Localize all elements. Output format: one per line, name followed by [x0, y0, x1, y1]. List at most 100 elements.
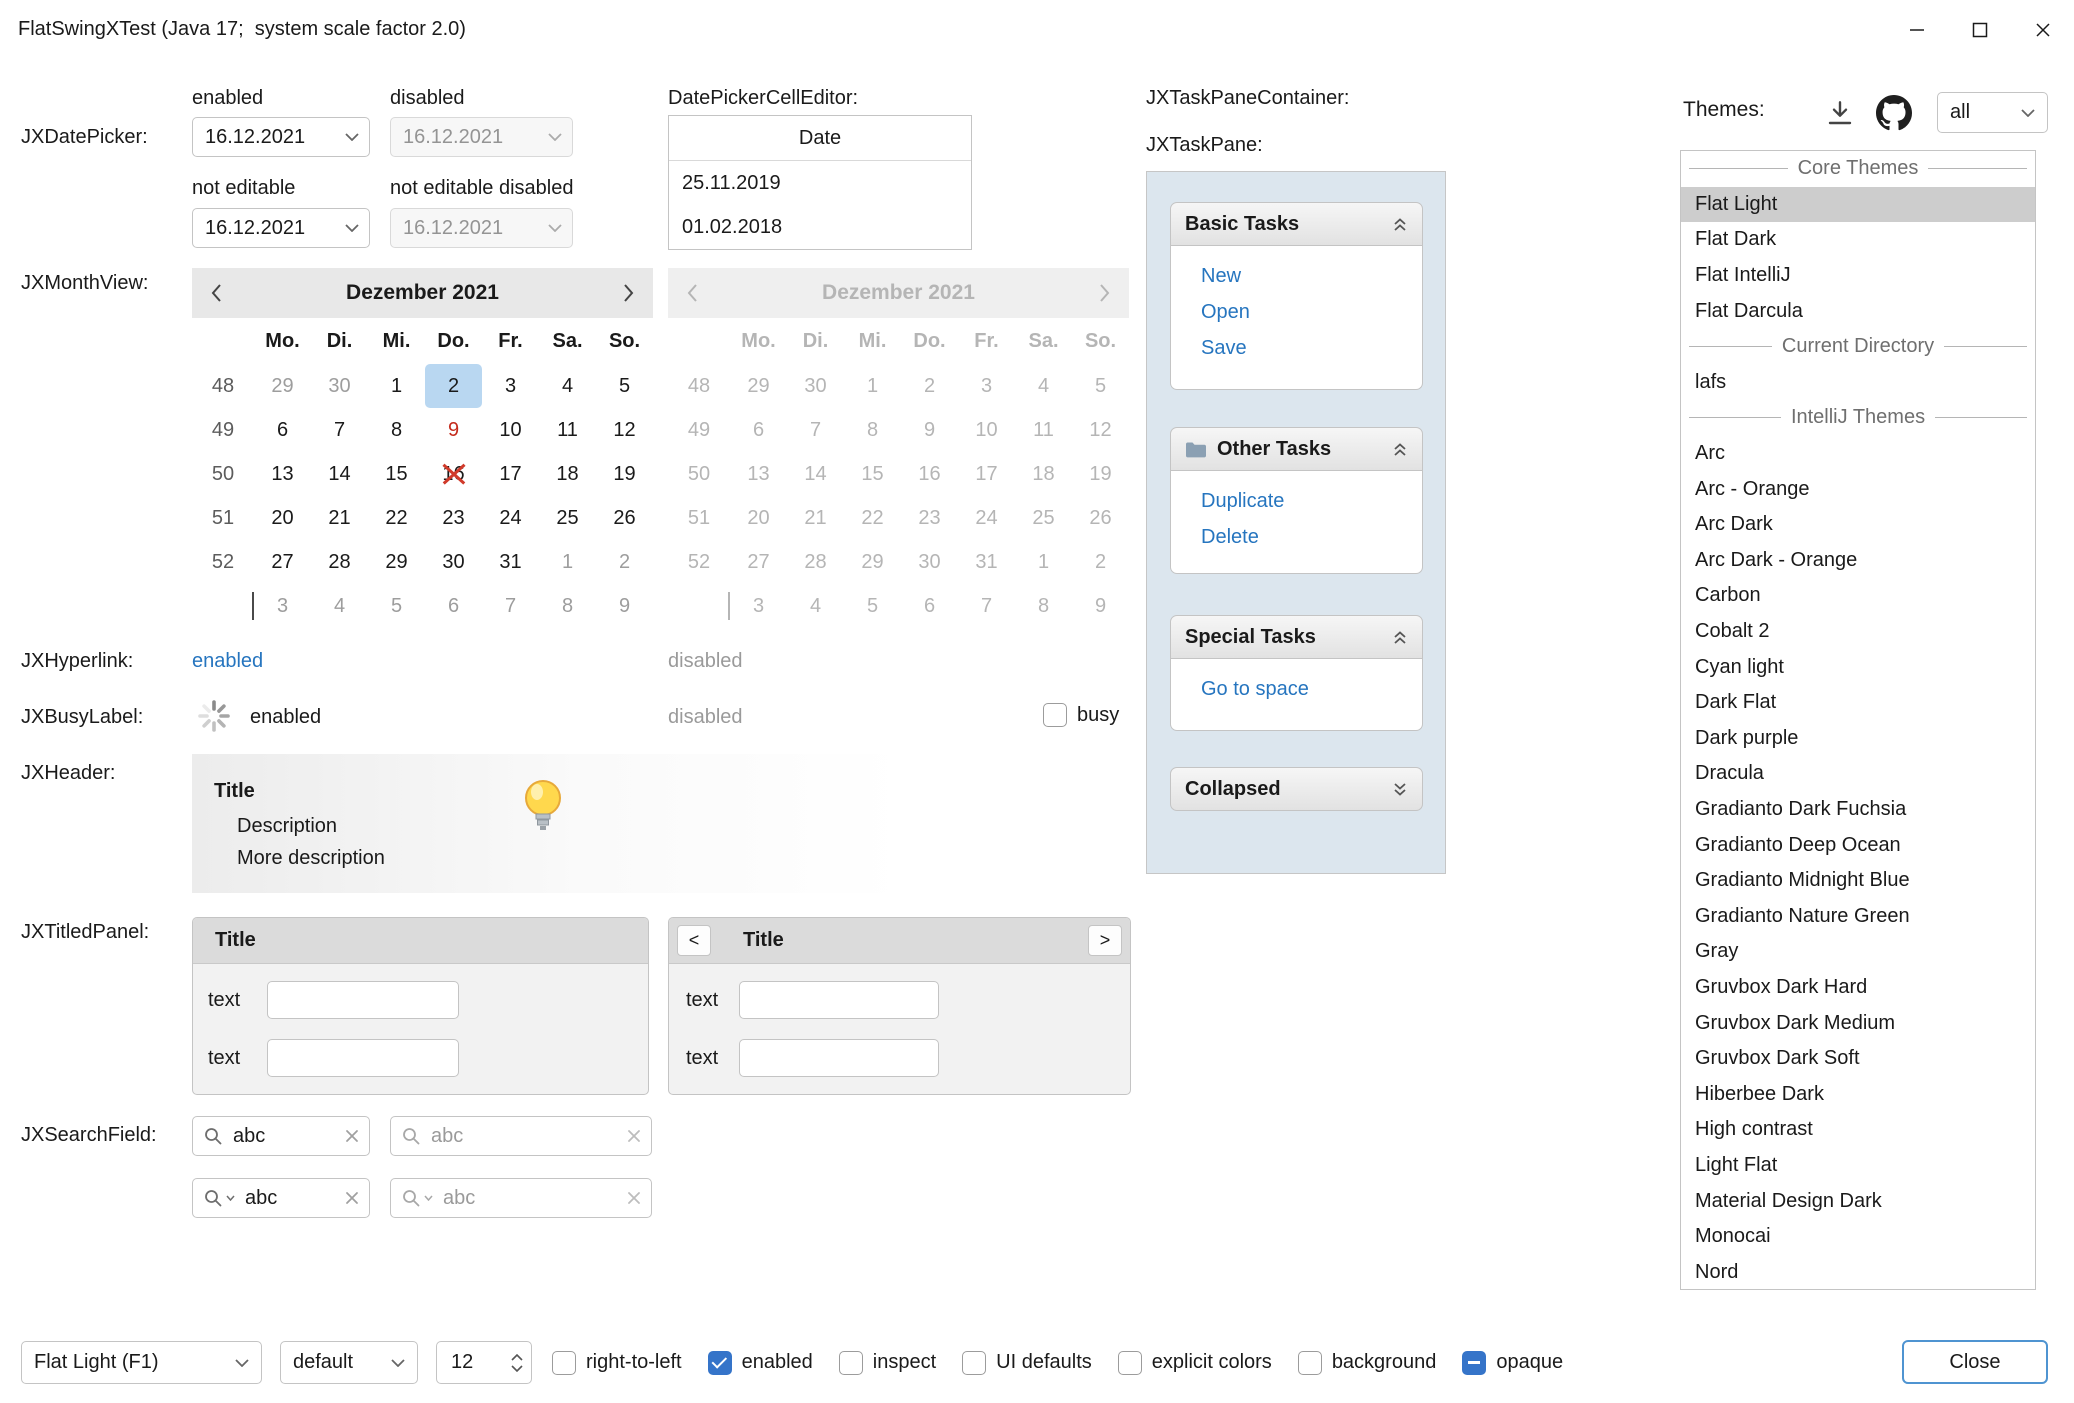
task-link-new[interactable]: New	[1201, 258, 1422, 294]
calendar-day[interactable]: 10	[482, 408, 539, 452]
theme-item[interactable]: Dark purple	[1681, 721, 2035, 757]
theme-item[interactable]: Dark Flat	[1681, 685, 2035, 721]
calendar-day[interactable]: 18	[539, 452, 596, 496]
calendar-day[interactable]: 29	[254, 364, 311, 408]
calendar-day[interactable]: 1	[368, 364, 425, 408]
checkbox-explicit-colors-wrap[interactable]: explicit colors	[1118, 1351, 1272, 1375]
prev-month-button[interactable]	[210, 283, 222, 303]
calendar-day[interactable]: 27	[254, 540, 311, 584]
task-link-duplicate[interactable]: Duplicate	[1201, 483, 1422, 519]
theme-item[interactable]: Nord	[1681, 1254, 2035, 1290]
search-dropdown-icon[interactable]	[203, 1188, 235, 1208]
theme-item[interactable]: Hiberbee Dark	[1681, 1076, 2035, 1112]
hyperlink-enabled[interactable]: enabled	[192, 650, 263, 673]
theme-item[interactable]: Flat IntelliJ	[1681, 258, 2035, 294]
laf-combo[interactable]: Flat Light (F1)	[21, 1341, 262, 1384]
chevron-double-up-icon[interactable]	[1392, 442, 1408, 457]
calendar-day[interactable]: 12	[596, 408, 653, 452]
busy-checkbox[interactable]	[1043, 703, 1067, 727]
task-link-delete[interactable]: Delete	[1201, 519, 1422, 555]
taskpane-header[interactable]: Basic Tasks	[1170, 202, 1423, 246]
taskpane-header[interactable]: Special Tasks	[1170, 615, 1423, 659]
calendar-day[interactable]: 13	[254, 452, 311, 496]
checkbox-ui-defaults-wrap[interactable]: UI defaults	[962, 1351, 1092, 1375]
spinner-buttons[interactable]	[511, 1354, 523, 1372]
theme-item[interactable]: Gruvbox Dark Soft	[1681, 1041, 2035, 1077]
close-dialog-button[interactable]: Close	[1902, 1340, 2048, 1384]
text-input[interactable]	[267, 981, 459, 1019]
calendar-day[interactable]: 14	[311, 452, 368, 496]
calendar-day[interactable]: 3	[482, 364, 539, 408]
datepicker-not-editable[interactable]: 16.12.2021	[192, 208, 370, 248]
font-size-spinner[interactable]: 12	[436, 1341, 532, 1384]
calendar-day[interactable]: 8	[368, 408, 425, 452]
taskpane-header[interactable]: Other Tasks	[1170, 427, 1423, 471]
task-link-go-to-space[interactable]: Go to space	[1201, 671, 1422, 707]
minimize-button[interactable]	[1885, 0, 1948, 59]
theme-item[interactable]: Material Design Dark	[1681, 1183, 2035, 1219]
calendar-day[interactable]: 7	[311, 408, 368, 452]
calendar-day[interactable]: 2	[425, 364, 482, 408]
table-row[interactable]: 01.02.2018	[669, 205, 971, 249]
searchfield-3[interactable]: abc	[192, 1178, 370, 1218]
calendar-day[interactable]: 28	[311, 540, 368, 584]
opaque-checkbox[interactable]	[1462, 1351, 1486, 1375]
inspect-checkbox[interactable]	[839, 1351, 863, 1375]
searchfield-4[interactable]: abc	[390, 1178, 652, 1218]
calendar-day[interactable]: 29	[368, 540, 425, 584]
busy-checkbox-wrap[interactable]: busy	[1043, 703, 1119, 727]
theme-item[interactable]: Cyan light	[1681, 649, 2035, 685]
calendar-day[interactable]: 15	[368, 452, 425, 496]
github-icon[interactable]	[1876, 95, 1912, 131]
text-input[interactable]	[739, 981, 939, 1019]
calendar-day[interactable]: 17	[482, 452, 539, 496]
task-link-open[interactable]: Open	[1201, 294, 1422, 330]
calendar-day[interactable]: 6	[254, 408, 311, 452]
theme-item[interactable]: Arc - Orange	[1681, 471, 2035, 507]
theme-item[interactable]: Flat Darcula	[1681, 293, 2035, 329]
chevron-up-icon[interactable]	[511, 1354, 523, 1361]
searchfield-2[interactable]: abc	[390, 1116, 652, 1156]
enabled-checkbox[interactable]	[708, 1351, 732, 1375]
theme-item[interactable]: Arc Dark	[1681, 507, 2035, 543]
theme-item[interactable]: High contrast	[1681, 1112, 2035, 1148]
chevron-down-icon[interactable]	[335, 133, 369, 141]
calendar-day[interactable]: 21	[311, 496, 368, 540]
chevron-down-icon[interactable]	[511, 1365, 523, 1372]
calendar-day[interactable]: 4	[311, 584, 368, 628]
calendar-day[interactable]: 24	[482, 496, 539, 540]
calendar-day[interactable]: 19	[596, 452, 653, 496]
theme-list[interactable]: Core ThemesFlat LightFlat DarkFlat Intel…	[1680, 150, 2036, 1290]
theme-item[interactable]: Monocai	[1681, 1219, 2035, 1255]
calendar-day[interactable]: 26	[596, 496, 653, 540]
chevron-down-icon[interactable]	[335, 224, 369, 232]
theme-item[interactable]: Arc Dark - Orange	[1681, 543, 2035, 579]
theme-item[interactable]: Gray	[1681, 934, 2035, 970]
explicit-colors-checkbox[interactable]	[1118, 1351, 1142, 1375]
calendar-day[interactable]: 22	[368, 496, 425, 540]
theme-item[interactable]: Flat Light	[1681, 187, 2035, 223]
theme-item[interactable]: Gruvbox Dark Hard	[1681, 970, 2035, 1006]
theme-item[interactable]: Arc	[1681, 436, 2035, 472]
calendar-day[interactable]: 23	[425, 496, 482, 540]
theme-item[interactable]: Carbon	[1681, 578, 2035, 614]
text-input[interactable]	[267, 1039, 459, 1077]
calendar-day[interactable]: 20	[254, 496, 311, 540]
calendar-day[interactable]: 2	[596, 540, 653, 584]
calendar-day[interactable]: 3	[254, 584, 311, 628]
calendar-day[interactable]: 4	[539, 364, 596, 408]
theme-item[interactable]: Dracula	[1681, 756, 2035, 792]
chevron-double-up-icon[interactable]	[1392, 630, 1408, 645]
theme-item[interactable]: Flat Dark	[1681, 222, 2035, 258]
clear-icon[interactable]	[345, 1191, 359, 1205]
calendar-day[interactable]: 1	[539, 540, 596, 584]
calendar-day[interactable]: 16	[425, 452, 482, 496]
task-link-save[interactable]: Save	[1201, 330, 1422, 366]
right-to-left-checkbox[interactable]	[552, 1351, 576, 1375]
theme-item[interactable]: Gradianto Deep Ocean	[1681, 827, 2035, 863]
font-family-combo[interactable]: default	[280, 1341, 418, 1384]
theme-item[interactable]: Gradianto Dark Fuchsia	[1681, 792, 2035, 828]
checkbox-inspect-wrap[interactable]: inspect	[839, 1351, 936, 1375]
theme-item[interactable]: Gradianto Midnight Blue	[1681, 863, 2035, 899]
calendar-day[interactable]: 7	[482, 584, 539, 628]
